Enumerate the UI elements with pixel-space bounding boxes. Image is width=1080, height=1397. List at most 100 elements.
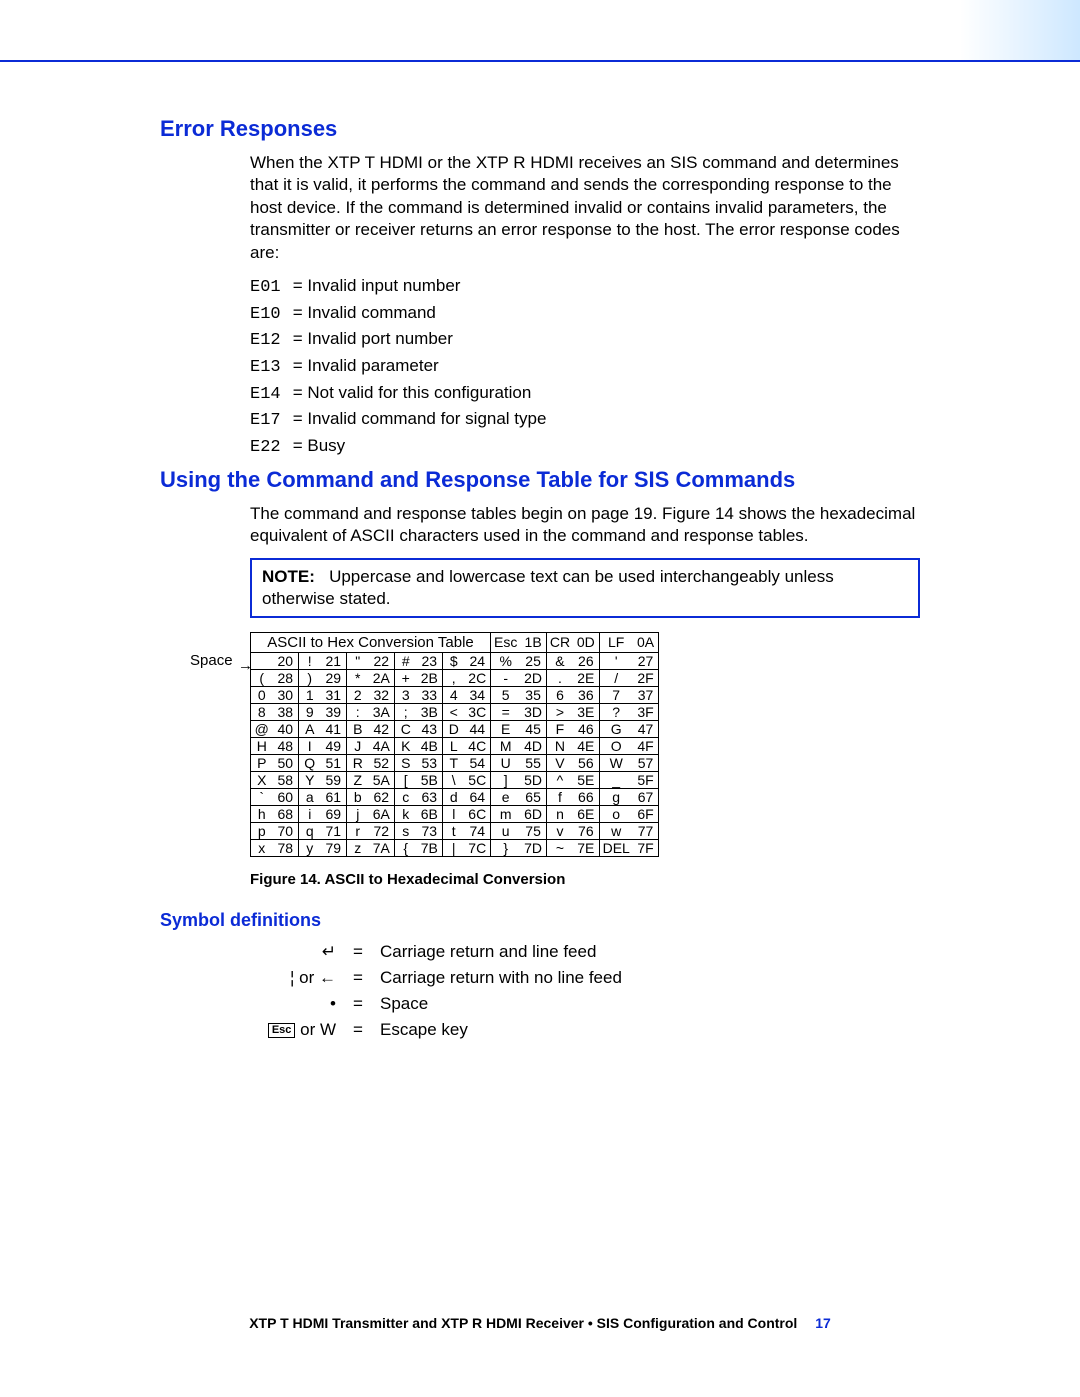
ascii-hex: 2F bbox=[633, 669, 659, 686]
ascii-char: w bbox=[599, 822, 633, 839]
ascii-char: 1 bbox=[299, 686, 321, 703]
heading-error-responses: Error Responses bbox=[160, 116, 920, 142]
using-intro-paragraph: The command and response tables begin on… bbox=[250, 503, 920, 548]
ascii-hex: 3D bbox=[520, 703, 546, 720]
ascii-char: ! bbox=[299, 652, 321, 669]
ascii-char: R bbox=[347, 754, 369, 771]
ascii-char: n bbox=[546, 805, 573, 822]
ascii-hex: 78 bbox=[273, 839, 299, 856]
ascii-char: o bbox=[599, 805, 633, 822]
ascii-hex: 62 bbox=[369, 788, 395, 805]
error-code: E01 bbox=[250, 276, 288, 301]
ascii-char: _ bbox=[599, 771, 633, 788]
ascii-hex: 77 bbox=[633, 822, 659, 839]
ascii-char: t bbox=[443, 822, 465, 839]
ascii-char: J bbox=[347, 737, 369, 754]
ascii-hex: 4B bbox=[417, 737, 443, 754]
ascii-hex: 5F bbox=[633, 771, 659, 788]
ascii-char: 9 bbox=[299, 703, 321, 720]
equals: = bbox=[342, 991, 374, 1017]
ascii-hex: 51 bbox=[321, 754, 347, 771]
ascii-hex: 34 bbox=[465, 686, 491, 703]
ascii-char: X bbox=[251, 771, 273, 788]
ascii-char: = bbox=[491, 703, 521, 720]
ascii-char: q bbox=[299, 822, 321, 839]
ascii-hex: 5C bbox=[465, 771, 491, 788]
error-code-line: E01 = Invalid input number bbox=[250, 274, 920, 301]
ascii-char: ) bbox=[299, 669, 321, 686]
ascii-hex: 6D bbox=[520, 805, 546, 822]
ascii-hex: 5D bbox=[520, 771, 546, 788]
error-desc: = Invalid command for signal type bbox=[288, 409, 546, 428]
equals: = bbox=[342, 965, 374, 991]
ascii-hex: 5A bbox=[369, 771, 395, 788]
ascii-char: p bbox=[251, 822, 273, 839]
error-code: E12 bbox=[250, 329, 288, 354]
ascii-char: 2 bbox=[347, 686, 369, 703]
ascii-char: f bbox=[546, 788, 573, 805]
header-gradient bbox=[960, 0, 1080, 60]
symbol-definitions-table: ↵=Carriage return and line feed¦ or ←=Ca… bbox=[250, 939, 628, 1043]
ascii-hex: 3C bbox=[465, 703, 491, 720]
ascii-char: 4 bbox=[443, 686, 465, 703]
ascii-hex: 72 bbox=[369, 822, 395, 839]
ascii-char: r bbox=[347, 822, 369, 839]
ascii-hex: 43 bbox=[417, 720, 443, 737]
ascii-hex: 7F bbox=[633, 839, 659, 856]
ascii-char: @ bbox=[251, 720, 273, 737]
ascii-hex: 50 bbox=[273, 754, 299, 771]
ascii-char: L bbox=[443, 737, 465, 754]
error-code-line: E13 = Invalid parameter bbox=[250, 354, 920, 381]
note-text: Uppercase and lowercase text can be used… bbox=[262, 567, 834, 608]
error-code: E13 bbox=[250, 356, 288, 381]
ascii-hex: 60 bbox=[273, 788, 299, 805]
ascii-char: % bbox=[491, 652, 521, 669]
ascii-hex: 22 bbox=[369, 652, 395, 669]
ascii-hex: 66 bbox=[573, 788, 599, 805]
ascii-char: $ bbox=[443, 652, 465, 669]
error-intro-paragraph: When the XTP T HDMI or the XTP R HDMI re… bbox=[250, 152, 920, 264]
ascii-char: V bbox=[546, 754, 573, 771]
ascii-char: Z bbox=[347, 771, 369, 788]
ascii-char bbox=[251, 652, 273, 669]
ascii-char: / bbox=[599, 669, 633, 686]
ascii-char: M bbox=[491, 737, 521, 754]
ascii-char: DEL bbox=[599, 839, 633, 856]
ascii-hex: 53 bbox=[417, 754, 443, 771]
header-rule bbox=[0, 60, 1080, 62]
error-code-line: E14 = Not valid for this configuration bbox=[250, 381, 920, 408]
ascii-char: ; bbox=[395, 703, 417, 720]
ascii-hex: 24 bbox=[465, 652, 491, 669]
ascii-hex: 63 bbox=[417, 788, 443, 805]
ascii-hex: 57 bbox=[633, 754, 659, 771]
ascii-char: U bbox=[491, 754, 521, 771]
ascii-char: m bbox=[491, 805, 521, 822]
ascii-hex: 67 bbox=[633, 788, 659, 805]
symbol-row: Esc or W=Escape key bbox=[250, 1017, 628, 1043]
ascii-char: ` bbox=[251, 788, 273, 805]
esc-key-icon: Esc bbox=[268, 1023, 296, 1038]
ascii-char: , bbox=[443, 669, 465, 686]
page: Error Responses When the XTP T HDMI or t… bbox=[0, 0, 1080, 1397]
arrow-right-icon: → bbox=[238, 657, 253, 674]
error-desc: = Not valid for this configuration bbox=[288, 383, 531, 402]
symbol-row: •=Space bbox=[250, 991, 628, 1017]
ascii-hex: 40 bbox=[273, 720, 299, 737]
ascii-hex: 3A bbox=[369, 703, 395, 720]
ascii-table-wrap: Space → ASCII to Hex Conversion TableEsc… bbox=[250, 632, 920, 857]
symbol-desc: Carriage return with no line feed bbox=[374, 965, 628, 991]
symbol-desc: Space bbox=[374, 991, 628, 1017]
ascii-char: C bbox=[395, 720, 417, 737]
ascii-char: . bbox=[546, 669, 573, 686]
ascii-char: E bbox=[491, 720, 521, 737]
ascii-char: ( bbox=[251, 669, 273, 686]
ascii-char: F bbox=[546, 720, 573, 737]
ascii-hex: 2A bbox=[369, 669, 395, 686]
ascii-hex: 71 bbox=[321, 822, 347, 839]
page-footer: XTP T HDMI Transmitter and XTP R HDMI Re… bbox=[0, 1315, 1080, 1331]
note-label: NOTE: bbox=[262, 567, 315, 586]
ascii-hex: 4E bbox=[573, 737, 599, 754]
ascii-char: I bbox=[299, 737, 321, 754]
ascii-char: K bbox=[395, 737, 417, 754]
ascii-char: i bbox=[299, 805, 321, 822]
